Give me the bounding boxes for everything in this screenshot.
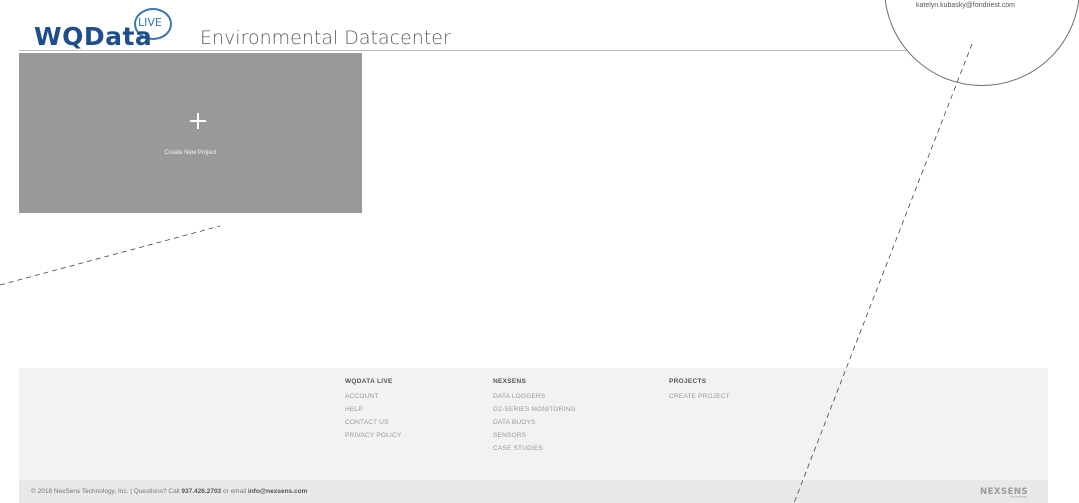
footer-link-g2-series-monitoring[interactable]: G2-SERIES MONITORING	[493, 403, 576, 416]
footer-link-sensors[interactable]: SENSORS	[493, 429, 576, 442]
footer-heading-projects: PROJECTS	[669, 378, 707, 385]
logo-wordmark: WQData	[34, 22, 153, 51]
footer-link-help[interactable]: HELP	[345, 403, 401, 416]
footer-heading-wqdata-live: WQDATA LIVE	[345, 378, 393, 385]
wqdata-live-logo[interactable]: LIVE WQData	[34, 8, 184, 51]
email-prefix: or email	[221, 488, 248, 495]
footer-column-projects: PROJECTS CREATE PROJECT	[669, 378, 730, 403]
footer-link-create-project[interactable]: CREATE PROJECT	[669, 390, 730, 403]
plus-icon	[190, 113, 206, 129]
copyright-text: © 2018 NexSens Technology, Inc. | Questi…	[31, 488, 307, 495]
footer-link-account[interactable]: ACCOUNT	[345, 390, 401, 403]
header-divider	[19, 50, 1048, 51]
create-project-label: Create New Project	[164, 150, 217, 156]
user-email[interactable]: katelyn.kubasky@fondriest.com	[916, 2, 1015, 9]
footer-link-data-loggers[interactable]: DATA LOGGERS	[493, 390, 576, 403]
create-project-tile[interactable]	[19, 53, 362, 213]
footer-column-wqdata-live: WQDATA LIVE ACCOUNT HELP CONTACT US PRIV…	[345, 378, 401, 442]
copyright-prefix: © 2018 NexSens Technology, Inc. | Questi…	[31, 488, 182, 495]
nexsens-logo[interactable]: NEXSENS technology	[980, 486, 1042, 498]
footer-link-case-studies[interactable]: CASE STUDIES	[493, 442, 576, 455]
footer-heading-nexsens: NEXSENS	[493, 378, 527, 385]
footer-column-nexsens: NEXSENS DATA LOGGERS G2-SERIES MONITORIN…	[493, 378, 576, 455]
annotation-dashed-line-left	[0, 225, 221, 286]
support-phone[interactable]: 937.426.2703	[181, 488, 221, 495]
copyright-bar: © 2018 NexSens Technology, Inc. | Questi…	[19, 480, 1048, 503]
site-footer: WQDATA LIVE ACCOUNT HELP CONTACT US PRIV…	[19, 368, 1048, 480]
support-email[interactable]: info@nexsens.com	[248, 488, 307, 495]
footer-link-contact-us[interactable]: CONTACT US	[345, 416, 401, 429]
callout-circle	[884, 0, 1079, 86]
footer-link-privacy-policy[interactable]: PRIVACY POLICY	[345, 429, 401, 442]
site-title: Environmental Datacenter	[200, 27, 451, 49]
nexsens-logo-subtext: technology	[1010, 495, 1027, 499]
footer-link-data-buoys[interactable]: DATA BUOYS	[493, 416, 576, 429]
